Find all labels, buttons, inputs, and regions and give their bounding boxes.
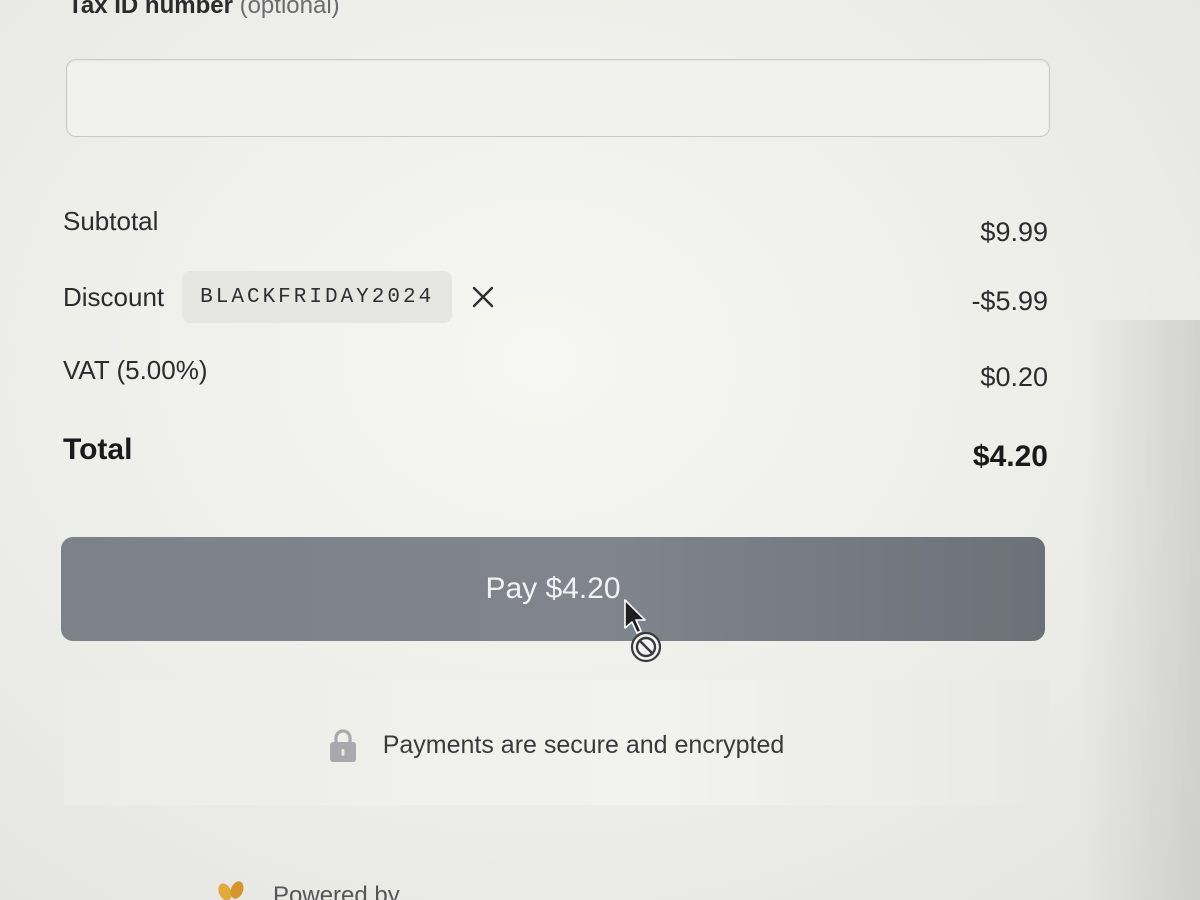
discount-row: Discount BLACKFRIDAY2024 -$5.99 [63,271,1048,323]
security-notice: Payments are secure and encrypted [64,680,1049,805]
total-label: Total [63,433,133,466]
vat-row: VAT (5.00%) $0.20 [63,345,1048,395]
tax-id-label: Tax ID number (optional) [68,0,340,20]
total-row: Total $4.20 [63,425,1048,475]
tax-id-label-text: Tax ID number [68,0,233,19]
footer-text: Powered by [273,882,400,900]
pay-button[interactable]: Pay $4.20 [61,537,1045,641]
discount-left: Discount BLACKFRIDAY2024 [63,271,500,323]
close-icon [472,286,494,308]
subtotal-label: Subtotal [63,205,159,236]
lock-icon [329,728,356,762]
footer: Powered by [215,878,400,900]
vat-value: $0.20 [980,361,1048,392]
security-text: Payments are secure and encrypted [382,731,785,759]
pay-button-label: Pay $4.20 [485,572,621,605]
tax-id-input[interactable] [66,59,1050,137]
discount-label: Discount [63,281,165,312]
discount-value: -$5.99 [971,285,1048,316]
brand-logo-icon [218,881,244,900]
not-allowed-cursor-icon [624,599,662,663]
total-value: $4.20 [972,440,1048,473]
subtotal-value: $9.99 [980,216,1048,247]
vat-label: VAT (5.00%) [63,354,208,385]
subtotal-row: Subtotal $9.99 [63,196,1048,247]
discount-code-chip: BLACKFRIDAY2024 [182,271,453,323]
remove-discount-button[interactable] [466,280,500,314]
screen-edge-glare [1080,320,1200,900]
security-notice-content: Payments are secure and encrypted [329,728,785,763]
checkout-page: Tax ID number (optional) Subtotal $9.99 … [0,0,1200,900]
tax-id-optional-hint: (optional) [239,0,340,19]
